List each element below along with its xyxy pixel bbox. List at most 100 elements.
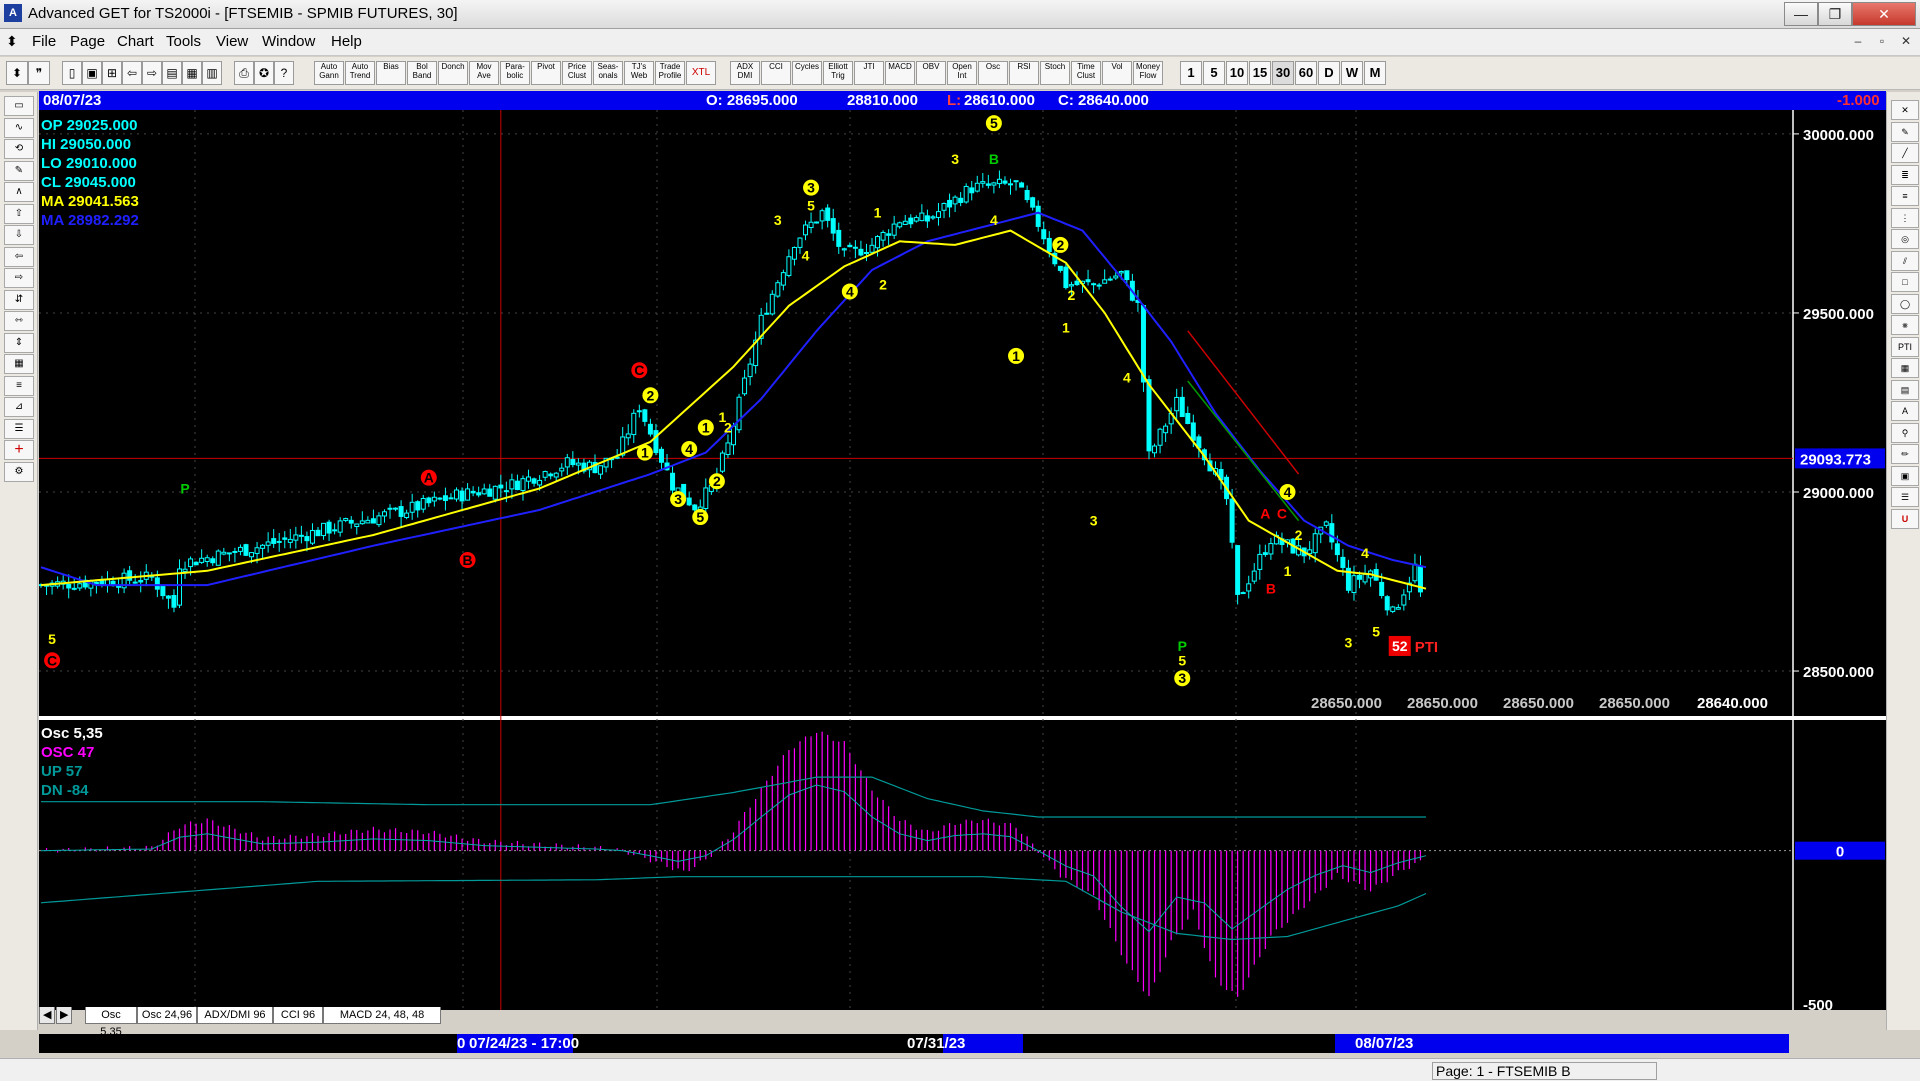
- grid-icon[interactable]: ▦: [182, 61, 202, 85]
- study-button-price-clust[interactable]: Price Clust: [562, 61, 592, 85]
- arrow-up-icon[interactable]: ⇧: [4, 203, 34, 224]
- study-button-mov-ave[interactable]: Mov Ave: [469, 61, 499, 85]
- line-tool-icon[interactable]: ╱: [1891, 143, 1919, 163]
- tile-icon[interactable]: ▥: [202, 61, 222, 85]
- study-button-auto-trend[interactable]: Auto Trend: [345, 61, 375, 85]
- zoom-icon[interactable]: ⚲: [1891, 422, 1919, 443]
- arrow-right-icon[interactable]: ⇨: [4, 268, 34, 288]
- interval-button-w[interactable]: W: [1341, 61, 1363, 85]
- pti-icon[interactable]: PTI: [1891, 336, 1919, 357]
- mob-icon[interactable]: ▤: [1891, 379, 1919, 400]
- text-icon[interactable]: A: [1891, 401, 1919, 421]
- clipboard-icon[interactable]: ▣: [1891, 465, 1919, 486]
- interval-button-30[interactable]: 30: [1272, 61, 1294, 85]
- pencil-icon[interactable]: ✎: [1891, 121, 1919, 142]
- study-button-stoch[interactable]: Stoch: [1040, 61, 1070, 85]
- chart-svg[interactable]: 30000.000 29500.000 29000.000 28500.000 2909…: [38, 110, 1886, 1017]
- study-button-elliott-trig[interactable]: Elliott Trig: [823, 61, 853, 85]
- interval-button-10[interactable]: 10: [1226, 61, 1248, 85]
- study-button-open-int[interactable]: Open Int: [947, 61, 977, 85]
- interval-button-1[interactable]: 1: [1180, 61, 1202, 85]
- arrow-down-icon[interactable]: ⇩: [4, 225, 34, 245]
- help-icon[interactable]: ?: [274, 61, 294, 85]
- gann-icon[interactable]: ⊿: [4, 397, 34, 417]
- study-button-seas-onals[interactable]: Seas-onals: [593, 61, 623, 85]
- pencil-edit-icon[interactable]: ✏: [1891, 444, 1919, 464]
- study-button-osc[interactable]: Osc: [978, 61, 1008, 85]
- study-button-xtl[interactable]: XTL: [686, 61, 716, 85]
- menu-tools[interactable]: Tools: [166, 33, 201, 50]
- study-button-vol[interactable]: Vol: [1102, 61, 1132, 85]
- menu-page[interactable]: Page: [70, 33, 105, 50]
- study-button-para-bolic[interactable]: Para-bolic: [500, 61, 530, 85]
- chart-area[interactable]: 30000.000 29500.000 29000.000 28500.000 2909…: [38, 110, 1886, 1017]
- study-button-auto-gann[interactable]: Auto Gann: [314, 61, 344, 85]
- fib-icon[interactable]: ☰: [4, 418, 34, 439]
- interval-button-d[interactable]: D: [1318, 61, 1340, 85]
- study-button-cci[interactable]: CCI: [761, 61, 791, 85]
- menu-help[interactable]: Help: [331, 33, 362, 50]
- settings-icon[interactable]: ⚙: [4, 461, 34, 482]
- restore-button[interactable]: ❐: [1818, 2, 1852, 26]
- crosshair-icon[interactable]: +: [4, 440, 34, 460]
- interval-button-5[interactable]: 5: [1203, 61, 1225, 85]
- tab-next-icon[interactable]: ▶: [56, 1007, 72, 1024]
- arrow-left-icon[interactable]: ⇦: [4, 246, 34, 267]
- print-icon[interactable]: ⎙: [234, 61, 254, 85]
- tab-osc-24-96[interactable]: Osc 24,96: [137, 1007, 197, 1024]
- study-button-macd[interactable]: MACD: [885, 61, 915, 85]
- interval-button-15[interactable]: 15: [1249, 61, 1271, 85]
- study-button-rsi[interactable]: RSI: [1009, 61, 1039, 85]
- tab-cci-96[interactable]: CCI 96: [273, 1007, 323, 1024]
- chart-icon[interactable]: ▤: [162, 61, 182, 85]
- interval-button-60[interactable]: 60: [1295, 61, 1317, 85]
- forward-icon[interactable]: ⇨: [142, 61, 162, 85]
- study-button-jti[interactable]: JTI: [854, 61, 884, 85]
- fib-retrace-icon[interactable]: ≣: [1891, 164, 1919, 185]
- lightbulb-icon[interactable]: ✪: [254, 61, 274, 85]
- study-button-adx-dmi[interactable]: ADX DMI: [730, 61, 760, 85]
- reset-icon[interactable]: ⟲: [4, 139, 34, 159]
- menu-window[interactable]: Window: [262, 33, 315, 50]
- study-button-cycles[interactable]: Cycles: [792, 61, 822, 85]
- pin-icon[interactable]: ⬍: [6, 61, 28, 85]
- square-icon[interactable]: □: [1891, 272, 1919, 292]
- menu-file[interactable]: File: [32, 33, 56, 50]
- grid-box-icon[interactable]: ▦: [1891, 358, 1919, 378]
- mdi-minimize-button[interactable]: –: [1848, 32, 1868, 50]
- mdi-close-button[interactable]: ✕: [1896, 32, 1916, 50]
- tab-macd-24-48-48[interactable]: MACD 24, 48, 48: [323, 1007, 441, 1024]
- study-button-money-flow[interactable]: Money Flow: [1133, 61, 1163, 85]
- zoom-vertical-icon[interactable]: ⇕: [4, 332, 34, 353]
- compress-icon[interactable]: ⇵: [4, 289, 34, 310]
- fib-extension-icon[interactable]: ≡: [1891, 186, 1919, 206]
- minimize-button[interactable]: —: [1784, 2, 1818, 26]
- close-tool-icon[interactable]: ✕: [1891, 100, 1919, 120]
- study-button-bol-band[interactable]: Bol Band: [407, 61, 437, 85]
- tab-osc-5-35[interactable]: Osc 5,35: [85, 1007, 137, 1038]
- ellipse-icon[interactable]: ◎: [1891, 229, 1919, 249]
- elliott-wave-icon[interactable]: ∿: [4, 117, 34, 138]
- interval-button-m[interactable]: M: [1364, 61, 1386, 85]
- save-page-icon[interactable]: ⊞: [102, 61, 122, 85]
- open-folder-icon[interactable]: ▭: [4, 96, 34, 116]
- menu-chart[interactable]: Chart: [117, 33, 154, 50]
- study-button-obv[interactable]: OBV: [916, 61, 946, 85]
- study-button-trade-profile[interactable]: Trade Profile: [655, 61, 685, 85]
- study-button-donch[interactable]: Donch: [438, 61, 468, 85]
- pattern-icon[interactable]: ⨳: [1891, 315, 1919, 335]
- elliott-icon[interactable]: ∧: [4, 182, 34, 202]
- study-icon[interactable]: ✎: [4, 160, 34, 181]
- tab-adx-dmi-96[interactable]: ADX/DMI 96: [197, 1007, 273, 1024]
- quote-icon[interactable]: ❞: [28, 61, 50, 85]
- study-button-pivot[interactable]: Pivot: [531, 61, 561, 85]
- tab-prev-icon[interactable]: ◀: [39, 1007, 55, 1024]
- study-button-time-clust[interactable]: Time Clust: [1071, 61, 1101, 85]
- open-page-icon[interactable]: ▣: [82, 61, 102, 85]
- grid-tool-icon[interactable]: ▦: [4, 354, 34, 374]
- list-icon[interactable]: ☰: [1891, 487, 1919, 507]
- study-button-tj-s-web[interactable]: TJ's Web: [624, 61, 654, 85]
- new-page-icon[interactable]: ▯: [62, 61, 82, 85]
- doc-icon[interactable]: ⬍: [6, 33, 18, 50]
- mdi-restore-button[interactable]: ▫: [1872, 32, 1892, 50]
